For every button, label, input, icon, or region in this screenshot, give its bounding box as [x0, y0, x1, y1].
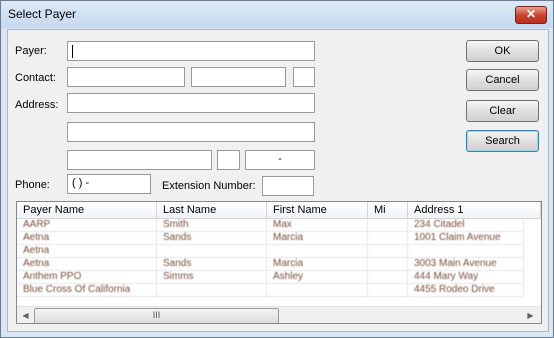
payer-label: Payer:: [15, 45, 47, 57]
table-cell[interactable]: Aetna: [17, 258, 157, 271]
table-cell[interactable]: [157, 245, 267, 258]
payer-field[interactable]: [67, 41, 315, 61]
column-header-last-name[interactable]: Last Name: [157, 202, 267, 219]
phone-label: Phone:: [15, 179, 50, 191]
table-cell[interactable]: Marcia: [267, 232, 368, 245]
table-cell[interactable]: Blue Cross Of California: [17, 284, 157, 297]
table-cell[interactable]: 234 Citadel: [408, 219, 524, 232]
table-cell[interactable]: Max: [267, 219, 368, 232]
table-cell[interactable]: Sands: [157, 258, 267, 271]
table-cell[interactable]: Marcia: [267, 258, 368, 271]
table-cell[interactable]: [267, 245, 368, 258]
close-button[interactable]: ✕: [515, 6, 547, 24]
scroll-left-icon[interactable]: ◀: [17, 307, 34, 323]
cancel-button[interactable]: Cancel: [466, 69, 539, 91]
column-header-address-1[interactable]: Address 1: [408, 202, 541, 219]
contact-label: Contact:: [15, 72, 56, 84]
table-cell[interactable]: Aetna: [17, 232, 157, 245]
table-cell[interactable]: 3003 Main Avenue: [408, 258, 524, 271]
table-cell[interactable]: Smith: [157, 219, 267, 232]
zip-field[interactable]: -: [245, 150, 315, 170]
select-payer-dialog: Select Payer ✕ Payer: Contact: Address: …: [0, 0, 554, 338]
state-field[interactable]: [217, 150, 240, 170]
column-header-first-name[interactable]: First Name: [267, 202, 368, 219]
address-line2-field[interactable]: [67, 122, 315, 142]
table-cell[interactable]: [368, 245, 408, 258]
address-label: Address:: [15, 99, 59, 111]
grip-icon: III: [152, 310, 161, 320]
address-line1-field[interactable]: [67, 93, 315, 113]
table-cell[interactable]: [368, 232, 408, 245]
scrollbar-thumb[interactable]: III: [34, 308, 279, 323]
title-bar: Select Payer ✕: [1, 1, 553, 28]
contact-first-name-field[interactable]: [191, 67, 286, 87]
horizontal-scrollbar[interactable]: ◀ III ▶: [17, 306, 541, 323]
phone-field[interactable]: ( ) -: [67, 174, 151, 194]
scroll-right-icon[interactable]: ▶: [522, 307, 539, 323]
table-cell[interactable]: AARP: [17, 219, 157, 232]
column-header-mi[interactable]: Mi: [368, 202, 408, 219]
text-caret: [72, 45, 73, 58]
table-cell[interactable]: Simms: [157, 271, 267, 284]
table-cell[interactable]: [267, 284, 368, 297]
table-cell[interactable]: 1001 Claim Avenue: [408, 232, 524, 245]
table-cell[interactable]: Aetna: [17, 245, 157, 258]
search-button[interactable]: Search: [466, 130, 539, 152]
table-cell[interactable]: 4455 Rodeo Drive: [408, 284, 524, 297]
payer-results-table[interactable]: Payer Name Last Name First Name Mi Addre…: [16, 201, 542, 324]
table-cell[interactable]: [368, 258, 408, 271]
table-cell[interactable]: 444 Mary Way: [408, 271, 524, 284]
extension-label: Extension Number:: [162, 180, 256, 192]
dialog-body: Payer: Contact: Address: Phone: Extensio…: [7, 29, 549, 332]
table-cell[interactable]: [368, 219, 408, 232]
contact-last-name-field[interactable]: [67, 67, 185, 87]
table-cell[interactable]: [408, 245, 524, 258]
extension-field[interactable]: [262, 176, 314, 196]
window-title: Select Payer: [8, 7, 77, 21]
table-cell[interactable]: [368, 284, 408, 297]
clear-button[interactable]: Clear: [466, 100, 539, 122]
table-cell[interactable]: [368, 271, 408, 284]
contact-middle-initial-field[interactable]: [293, 67, 315, 87]
table-cell[interactable]: [157, 284, 267, 297]
table-cell[interactable]: Anthem PPO: [17, 271, 157, 284]
ok-button[interactable]: OK: [466, 40, 539, 62]
close-icon[interactable]: ✕: [526, 7, 536, 21]
table-cell[interactable]: Ashley: [267, 271, 368, 284]
city-field[interactable]: [67, 150, 212, 170]
column-header-payer-name[interactable]: Payer Name: [17, 202, 157, 219]
table-cell[interactable]: Sands: [157, 232, 267, 245]
